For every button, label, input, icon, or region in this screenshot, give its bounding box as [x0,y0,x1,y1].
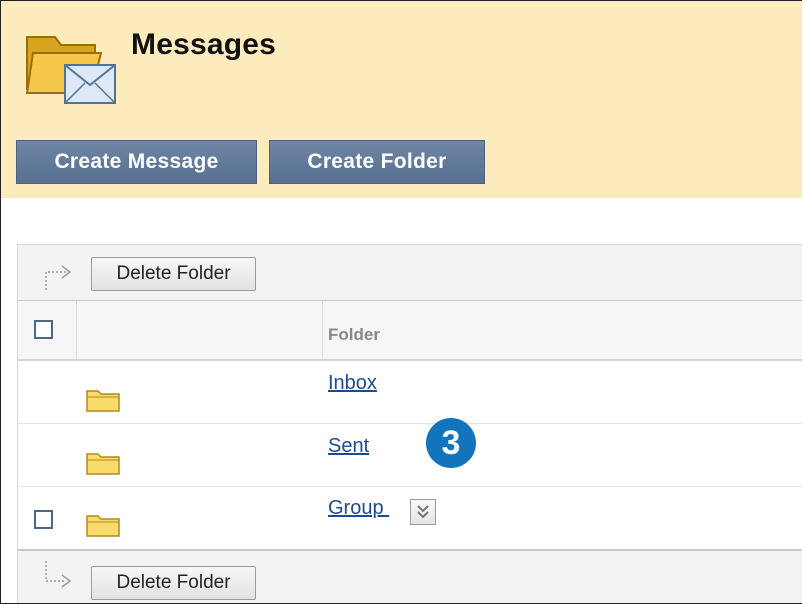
table-row: Group [18,487,802,549]
arrow-right-icon [45,265,72,290]
create-message-button[interactable]: Create Message [16,140,257,184]
double-chevron-down-icon [417,505,429,519]
folder-link-group[interactable]: Group [328,497,389,520]
app-frame: Messages Create Message Create Folder De… [0,0,802,604]
page-title: Messages [131,28,277,61]
step-callout-badge: 3 [426,418,476,468]
column-divider [322,301,323,359]
create-folder-button[interactable]: Create Folder [269,140,485,184]
folder-icon [86,515,120,537]
table-row: Sent [18,425,802,487]
folder-icon [86,390,120,412]
delete-folder-button-bottom[interactable]: Delete Folder [91,566,256,600]
table-row: Inbox [18,362,802,424]
folder-link-sent[interactable]: Sent [328,435,369,458]
delete-folder-button[interactable]: Delete Folder [91,257,256,291]
folder-link-inbox[interactable]: Inbox [328,372,377,395]
bottom-action-bar: Delete Folder [18,549,802,603]
top-action-bar: Delete Folder [18,245,802,301]
arrow-right-icon [45,561,72,588]
folder-mail-icon [25,36,116,104]
column-divider [76,301,77,359]
page-header: Messages Create Message Create Folder [1,1,802,198]
select-all-checkbox[interactable] [34,320,53,339]
options-menu-button[interactable] [410,499,436,525]
folders-panel: Delete Folder Folder Inbox Sent Group De… [17,244,802,603]
folder-column-header[interactable]: Folder [328,325,380,345]
row-checkbox[interactable] [34,510,53,529]
folder-icon [86,453,120,475]
table-header: Folder [18,301,802,361]
